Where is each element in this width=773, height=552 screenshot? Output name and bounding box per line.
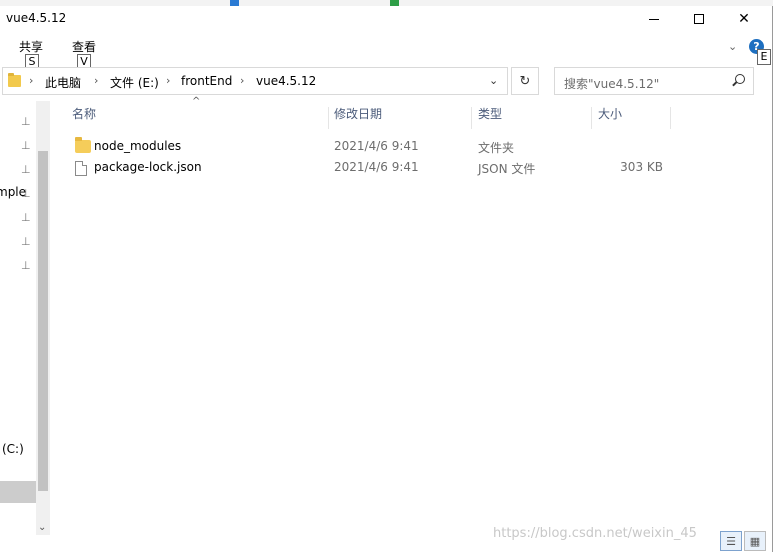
folder-icon	[75, 137, 91, 153]
file-name[interactable]: package-lock.json	[94, 160, 202, 174]
refresh-button[interactable]: ↻	[511, 67, 539, 95]
folder-icon	[8, 73, 21, 87]
chevron-right-icon[interactable]: ›	[166, 74, 170, 87]
column-header-size[interactable]: 大小	[598, 105, 622, 131]
pin-icon: ⊥	[21, 163, 31, 176]
column-divider[interactable]	[328, 107, 329, 129]
pin-icon: ⊥	[21, 235, 31, 248]
file-date: 2021/4/6 9:41	[334, 139, 419, 153]
chevron-right-icon[interactable]: ›	[29, 74, 33, 87]
maximize-button[interactable]	[676, 6, 722, 32]
file-type: 文件夹	[478, 141, 515, 155]
column-header-type[interactable]: 类型	[478, 105, 502, 131]
file-name[interactable]: node_modules	[94, 139, 181, 153]
search-icon[interactable]	[735, 74, 745, 84]
details-view-icon[interactable]: ☰	[720, 531, 742, 551]
breadcrumb-frontend[interactable]: frontEnd	[181, 74, 232, 88]
pin-icon: ⊥	[21, 259, 31, 272]
refresh-icon: ↻	[519, 73, 531, 89]
nav-item-selected[interactable]	[0, 481, 36, 503]
column-divider[interactable]	[670, 107, 671, 129]
column-header-date[interactable]: 修改日期	[334, 105, 382, 131]
tab-share[interactable]: 共享	[19, 38, 43, 55]
close-icon: ✕	[738, 11, 750, 27]
search-placeholder: 搜索"vue4.5.12"	[564, 77, 660, 91]
pin-icon: ⊥	[21, 211, 31, 224]
column-header-name[interactable]: 名称	[72, 105, 96, 131]
breadcrumb-current[interactable]: vue4.5.12	[256, 74, 316, 88]
title-bar: vue4.5.12 ✕	[0, 6, 772, 32]
scroll-down-icon[interactable]: ⌄	[38, 522, 46, 533]
breadcrumb-drive-e[interactable]: 文件 (E:)	[110, 74, 159, 91]
window-title: vue4.5.12	[6, 11, 67, 25]
address-bar[interactable]: › 此电脑 › 文件 (E:) › frontEnd › vue4.5.12 ⌄	[2, 67, 508, 95]
view-switcher: ☰ ▦	[720, 531, 766, 551]
column-divider[interactable]	[591, 107, 592, 129]
chevron-right-icon[interactable]: ›	[240, 74, 244, 87]
nav-item-fragment[interactable]: mple	[0, 185, 26, 199]
navigation-pane: ⊥ ⊥ ⊥ ⊥ ⊥ ⊥ ⊥ mple (C:)	[0, 101, 36, 541]
scroll-thumb[interactable]	[38, 151, 48, 491]
breadcrumb-this-pc[interactable]: 此电脑	[45, 74, 81, 91]
maximize-icon	[694, 14, 704, 24]
file-size: 303 KB	[620, 160, 663, 174]
file-row[interactable]: node_modules 2021/4/6 9:41 文件夹	[70, 137, 670, 158]
file-date: 2021/4/6 9:41	[334, 160, 419, 174]
search-box[interactable]: 搜索"vue4.5.12"	[554, 67, 754, 95]
ribbon: 共享 S 查看 V ⌄ ? E	[0, 34, 772, 70]
nav-item-drive-c[interactable]: (C:)	[2, 442, 24, 456]
file-row[interactable]: package-lock.json 2021/4/6 9:41 JSON 文件 …	[70, 158, 670, 179]
sort-ascending-icon: ^	[192, 96, 201, 107]
tab-view[interactable]: 查看	[72, 38, 96, 55]
minimize-icon	[649, 18, 659, 20]
nav-scrollbar[interactable]: ⌄	[36, 101, 50, 535]
close-button[interactable]: ✕	[721, 6, 767, 32]
large-icons-view-icon[interactable]: ▦	[744, 531, 766, 551]
explorer-window: vue4.5.12 ✕ 共享 S 查看 V ⌄ ? E › 此电脑 › 文件 (…	[0, 6, 773, 552]
pin-icon: ⊥	[21, 115, 31, 128]
column-divider[interactable]	[471, 107, 472, 129]
minimize-button[interactable]	[631, 6, 677, 32]
pin-icon: ⊥	[21, 139, 31, 152]
keytip-help: E	[757, 49, 771, 65]
chevron-down-icon[interactable]: ⌄	[489, 74, 498, 87]
chevron-right-icon[interactable]: ›	[94, 74, 98, 87]
watermark: https://blog.csdn.net/weixin_45	[493, 526, 697, 541]
file-icon	[75, 161, 87, 176]
file-type: JSON 文件	[478, 162, 536, 176]
ribbon-collapse-icon[interactable]: ⌄	[728, 40, 737, 53]
